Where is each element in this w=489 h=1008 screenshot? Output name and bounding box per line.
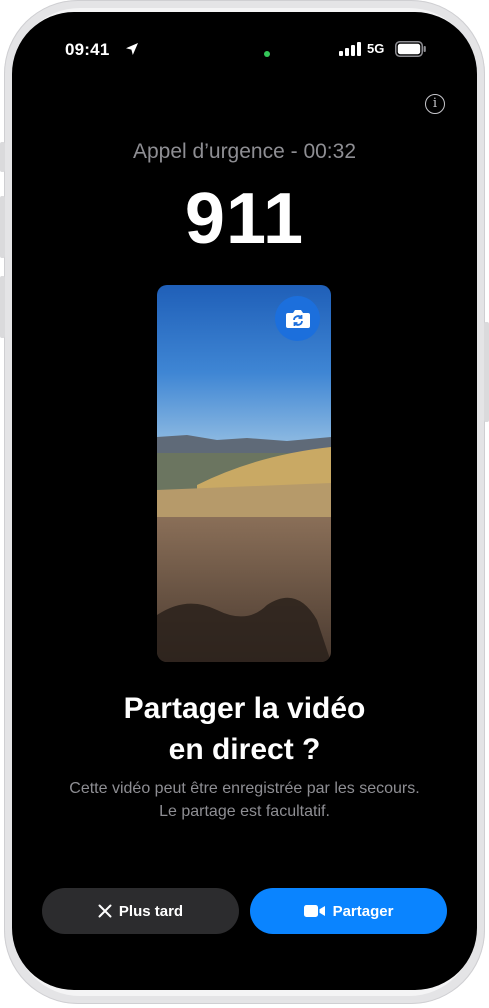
subtitle-line-2: Le partage est facultatif.	[159, 803, 330, 820]
call-status: Appel d’urgence - 00:32	[133, 140, 356, 163]
camera-in-use-indicator	[264, 51, 270, 57]
share-video-subtitle: Cette vidéo peut être enregistrée par le…	[12, 777, 477, 823]
title-line-2: en direct ?	[168, 733, 321, 766]
later-button[interactable]: Plus tard	[42, 888, 239, 934]
later-button-label: Plus tard	[118, 902, 184, 920]
phone-screen: 09:41 5G i Appel d’urgence - 00:32 911 P…	[12, 12, 477, 990]
location-arrow-icon	[126, 43, 138, 55]
status-time: 09:41	[65, 40, 110, 59]
action-button	[0, 142, 5, 172]
side-button	[484, 322, 489, 422]
info-icon[interactable]: i	[425, 94, 445, 114]
live-video-preview	[157, 285, 331, 662]
volume-up-button	[0, 196, 5, 258]
title-line-1: Partager la vidéo	[123, 692, 366, 725]
subtitle-line-1: Cette vidéo peut être enregistrée par le…	[69, 780, 420, 797]
camera-flip-icon[interactable]	[275, 296, 320, 341]
close-icon	[98, 904, 112, 918]
camera-flip-glyph	[285, 309, 310, 328]
share-video-title: Partager la vidéo en direct ?	[12, 688, 477, 770]
share-button-label: Partager	[332, 902, 394, 920]
network-type: 5G	[367, 41, 385, 56]
call-number: 911	[184, 179, 305, 259]
video-camera-icon	[303, 905, 325, 917]
volume-down-button	[0, 276, 5, 338]
status-bar: 09:41 5G	[12, 12, 477, 72]
share-button[interactable]: Partager	[250, 888, 447, 934]
battery-icon	[395, 41, 426, 57]
video-scene	[157, 285, 331, 662]
cellular-signal-icon	[339, 42, 361, 56]
